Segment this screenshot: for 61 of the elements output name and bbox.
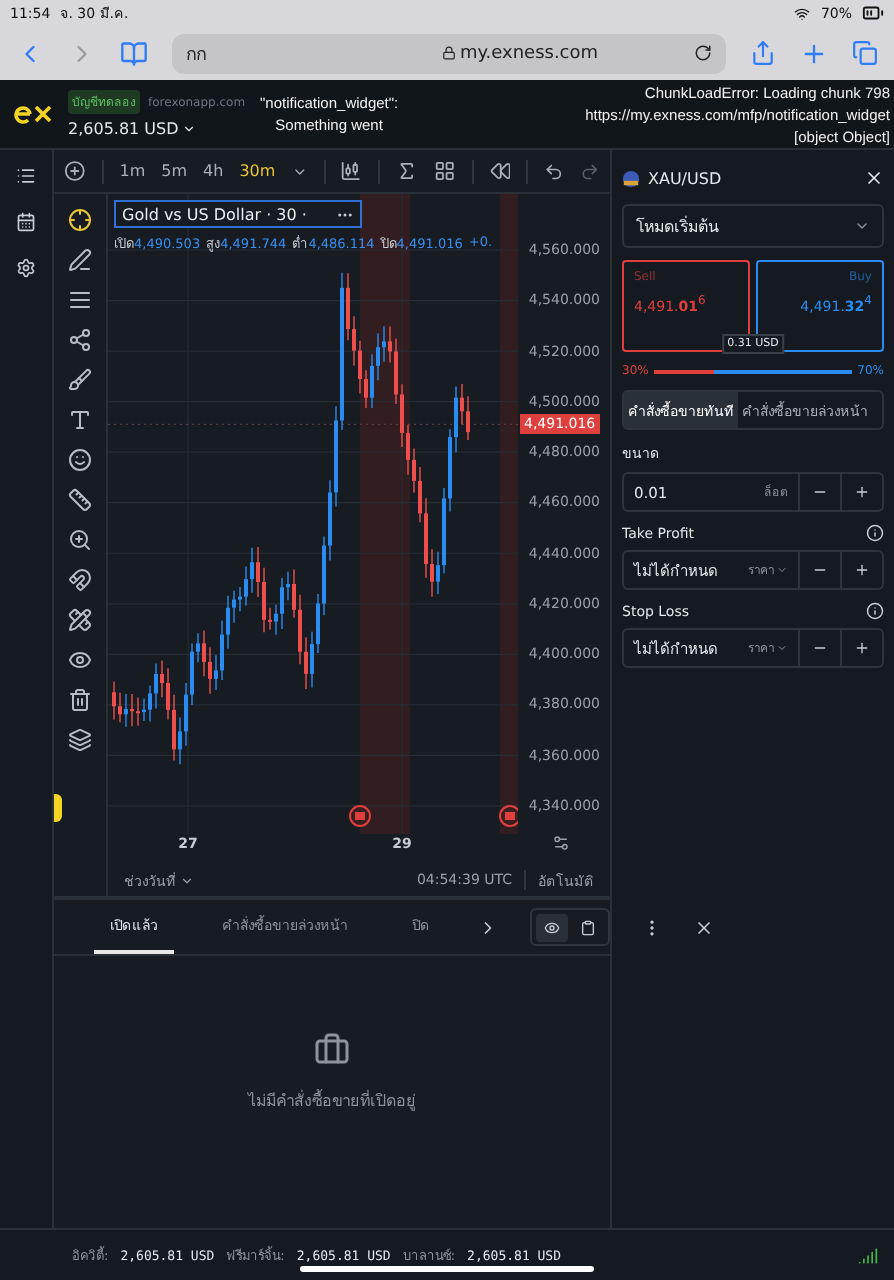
nodes-icon[interactable] [68,328,92,352]
candlestick-icon[interactable] [340,160,363,182]
info-icon[interactable] [866,602,884,620]
caret-icon [180,873,194,887]
eye-icon[interactable] [68,648,92,672]
calendar-icon[interactable] [16,212,36,232]
list-icon[interactable] [16,166,36,186]
text-icon[interactable] [68,408,92,432]
add-icon[interactable] [64,160,86,182]
close-icon[interactable] [864,168,884,188]
magnet-icon[interactable] [68,568,92,592]
event-marker-icon[interactable] [499,805,518,827]
trash-icon[interactable] [68,688,92,712]
symbol-name: XAU/USD [648,169,724,187]
briefcase-icon [314,1031,350,1067]
zoom-in-icon[interactable] [68,528,92,552]
timeframe-button[interactable]: 30m [239,162,276,180]
event-marker-icon[interactable] [349,805,371,827]
view-toggle-button[interactable] [536,913,568,941]
collapse-handle[interactable] [54,794,62,822]
timeframe-button[interactable]: 5m [161,162,188,180]
caret-icon [182,122,197,136]
pen-icon[interactable] [68,248,92,272]
close-icon[interactable] [694,917,714,937]
symbol-title[interactable]: Gold vs US Dollar · 30 · [114,200,362,228]
clipboard-icon [580,919,596,935]
settings-icon[interactable] [16,258,36,278]
battery-icon [862,2,884,24]
address-bar[interactable]: กก my.exness.com [172,33,726,73]
pencil-ruler-icon[interactable] [68,608,92,632]
layout-icon[interactable] [433,160,456,182]
ruler-icon[interactable] [68,488,92,512]
crosshair-icon[interactable] [68,208,92,232]
logo-icon [12,100,56,128]
caret-icon [854,218,870,234]
redo-icon[interactable] [580,161,600,181]
chart-settings-icon[interactable] [552,834,570,852]
lines-icon[interactable] [68,288,92,312]
empty-message: ไม่มีคำสั่งซื้อขายที่เปิดอยู่ [248,1087,416,1113]
timeframe-button[interactable]: 1m [119,162,146,180]
flag-icon [622,169,640,187]
brush-icon[interactable] [68,368,92,392]
timeframe-button[interactable]: 4h [203,162,224,180]
mode-dropdown[interactable]: โหมดเริ่มต้น [622,204,884,248]
caret-icon[interactable] [291,163,307,179]
signal-icon [858,1245,878,1265]
share-icon[interactable] [750,40,776,66]
info-icon[interactable] [866,524,884,542]
indicator-icon[interactable] [396,160,418,182]
tabs-icon[interactable] [852,40,878,66]
reload-icon [694,44,712,62]
wifi-icon [794,5,811,21]
smiley-icon[interactable] [68,448,92,472]
eye-icon [544,919,560,935]
replay-icon[interactable] [489,160,511,182]
undo-icon[interactable] [544,161,565,181]
balance-dropdown[interactable]: 2,605.81 USD [68,120,248,138]
layers-icon[interactable] [68,728,92,752]
lock-icon [441,46,456,60]
new-tab-icon[interactable] [800,39,828,67]
bookmarks-icon[interactable] [120,39,148,67]
